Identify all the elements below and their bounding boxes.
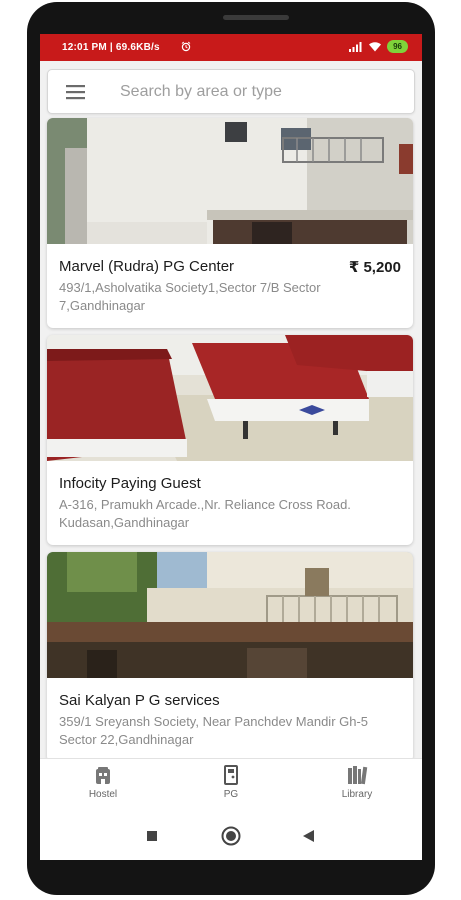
- pg-door-icon: [224, 765, 238, 785]
- status-right: 96: [349, 40, 408, 53]
- nav-tab-library[interactable]: Library: [312, 764, 402, 800]
- hamburger-menu-icon[interactable]: [66, 84, 86, 100]
- nav-tab-pg[interactable]: PG: [186, 764, 276, 800]
- nav-label: Library: [341, 789, 373, 800]
- listing-address: A-316, Pramukh Arcade.,Nr. Reliance Cros…: [59, 497, 351, 530]
- listing-card-marvel[interactable]: Marvel (Rudra) PG Center ₹ 5,200 493/1,A…: [47, 118, 413, 328]
- listing-price: ₹ 5,200: [348, 259, 401, 276]
- listing-photo: [47, 335, 413, 461]
- hostel-building-icon: [96, 767, 110, 784]
- signal-icon: [349, 42, 362, 52]
- triangle-back-icon[interactable]: [302, 829, 315, 843]
- status-time: 12:01 PM | 69.6KB/s: [62, 42, 160, 53]
- listing-photo: [47, 552, 413, 678]
- status-bar: 12:01 PM | 69.6KB/s 96: [40, 34, 422, 61]
- search-bar[interactable]: [47, 69, 415, 114]
- nav-tab-hostel[interactable]: Hostel: [58, 764, 148, 800]
- wifi-icon: [369, 42, 382, 52]
- circle-home-icon[interactable]: [221, 826, 241, 846]
- listing-card-infocity[interactable]: Infocity Paying Guest A-316, Pramukh Arc…: [47, 335, 413, 545]
- alarm-icon: [181, 41, 191, 52]
- listing-name: Sai Kalyan P G services: [59, 692, 220, 709]
- listing-photo: [47, 118, 413, 244]
- listing-address: 359/1 Sreyansh Society, Near Panchdev Ma…: [59, 714, 369, 747]
- app-screen: 12:01 PM | 69.6KB/s 96 Search by area or…: [40, 34, 422, 860]
- listing-address: 493/1,Asholvatika Society1,Sector 7/B Se…: [59, 280, 321, 313]
- nav-label: PG: [223, 789, 239, 800]
- listing-card-sai-kalyan[interactable]: Sai Kalyan P G services 359/1 Sreyansh S…: [47, 552, 413, 762]
- phone-speaker: [223, 15, 289, 20]
- nav-label: Hostel: [88, 789, 118, 800]
- search-input[interactable]: [118, 80, 402, 104]
- listing-name: Marvel (Rudra) PG Center: [59, 258, 235, 275]
- battery-badge: 96: [387, 40, 408, 53]
- square-recents-icon[interactable]: [146, 830, 158, 842]
- bottom-navigation: Hostel PG Library: [40, 758, 422, 817]
- system-nav-bar: [40, 816, 422, 860]
- listing-name: Infocity Paying Guest: [59, 475, 201, 492]
- library-books-icon: [348, 766, 368, 785]
